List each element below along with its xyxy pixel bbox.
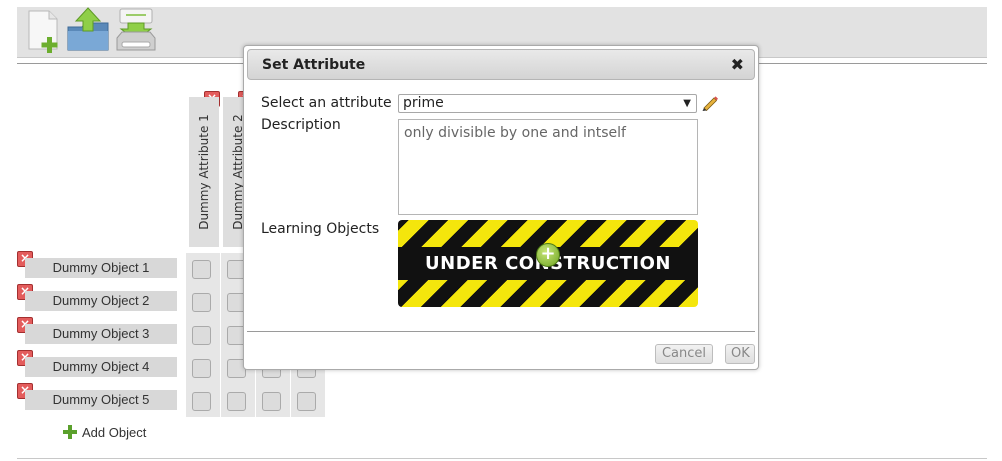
description-label: Description: [261, 117, 341, 133]
open-folder-icon: [67, 7, 109, 51]
edit-pencil-icon[interactable]: [701, 95, 719, 111]
object-row-label[interactable]: Dummy Object 5: [25, 390, 177, 410]
attribute-column-1[interactable]: Dummy Attribute 1: [189, 97, 219, 247]
dialog-title: Set Attribute: [262, 57, 366, 73]
attribute-label: Dummy Attribute 1: [197, 114, 211, 230]
chevron-down-icon: ▼: [683, 98, 691, 109]
object-row-label[interactable]: Dummy Object 2: [25, 291, 177, 311]
under-construction-banner: UNDER CONSTRUCTION +: [398, 220, 698, 307]
matrix-cell[interactable]: [227, 392, 246, 411]
dialog-separator: [247, 331, 755, 332]
matrix-cell[interactable]: [262, 392, 281, 411]
open-button[interactable]: [66, 7, 110, 53]
add-icon: [63, 425, 77, 439]
dialog-titlebar[interactable]: Set Attribute ✖: [247, 49, 755, 80]
description-textarea[interactable]: only divisible by one and intself: [398, 119, 698, 215]
set-attribute-dialog: Set Attribute ✖ Select an attribute prim…: [243, 45, 759, 370]
new-file-button[interactable]: [21, 7, 65, 53]
close-icon[interactable]: ✖: [731, 55, 744, 74]
object-row-label[interactable]: Dummy Object 1: [25, 258, 177, 278]
matrix-cell[interactable]: [192, 359, 211, 378]
object-row-label[interactable]: Dummy Object 4: [25, 357, 177, 377]
ok-button[interactable]: OK: [725, 344, 755, 364]
save-drive-icon: [116, 8, 156, 51]
add-object-label: Add Object: [82, 425, 147, 440]
matrix-cell[interactable]: [297, 392, 316, 411]
attribute-select-value: prime: [403, 95, 444, 111]
attribute-select[interactable]: prime ▼: [398, 94, 697, 113]
add-object-button[interactable]: Add Object: [63, 425, 146, 440]
object-row-label[interactable]: Dummy Object 3: [25, 324, 177, 344]
save-button[interactable]: [114, 7, 158, 53]
matrix-cell[interactable]: [192, 293, 211, 312]
cancel-button[interactable]: Cancel: [655, 344, 713, 364]
page-bottom-border: [17, 458, 987, 459]
add-learning-object-icon[interactable]: +: [536, 243, 560, 267]
matrix-cell[interactable]: [192, 260, 211, 279]
matrix-cell[interactable]: [192, 392, 211, 411]
select-attribute-label: Select an attribute: [261, 95, 392, 111]
matrix-cell[interactable]: [192, 326, 211, 345]
new-file-icon: [28, 10, 58, 53]
learning-objects-label: Learning Objects: [261, 221, 380, 237]
